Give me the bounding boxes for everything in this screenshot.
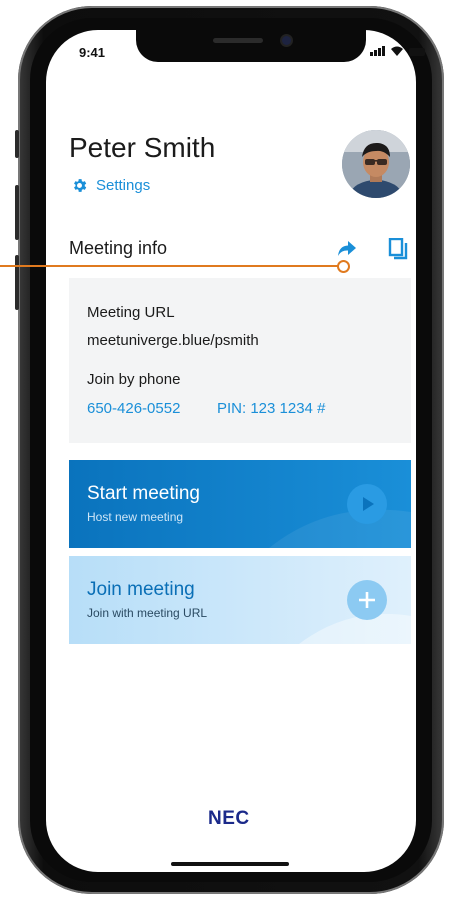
side-button-volume-down bbox=[15, 255, 19, 310]
meeting-url-value[interactable]: meetuniverge.blue/psmith bbox=[87, 332, 259, 349]
settings-label: Settings bbox=[96, 177, 151, 194]
gear-icon bbox=[74, 179, 87, 192]
start-meeting-subtitle: Host new meeting bbox=[87, 510, 184, 524]
status-time: 9:41 bbox=[79, 45, 106, 60]
signal-icon bbox=[370, 46, 385, 56]
plus-icon bbox=[347, 580, 387, 620]
user-name: Peter Smith bbox=[69, 132, 216, 163]
pin-code: PIN: 123 1234 # bbox=[217, 400, 326, 417]
side-button-volume-up bbox=[15, 185, 19, 240]
start-meeting-button[interactable]: Start meeting Host new meeting bbox=[69, 460, 411, 548]
copy-icon[interactable] bbox=[388, 238, 408, 260]
meeting-info-title: Meeting info bbox=[69, 238, 168, 258]
front-camera bbox=[282, 36, 291, 45]
phone-number-link[interactable]: 650-426-0552 bbox=[87, 400, 180, 417]
start-meeting-title: Start meeting bbox=[87, 483, 200, 504]
side-button-mute bbox=[15, 130, 19, 158]
settings-link[interactable]: Settings bbox=[71, 177, 150, 194]
nec-logo: NEC bbox=[208, 808, 250, 829]
avatar[interactable] bbox=[342, 130, 410, 198]
battery-icon bbox=[409, 48, 425, 56]
meeting-url-label: Meeting URL bbox=[87, 304, 175, 321]
join-by-phone-label: Join by phone bbox=[87, 371, 181, 388]
share-icon[interactable] bbox=[337, 238, 357, 258]
join-meeting-subtitle: Join with meeting URL bbox=[87, 606, 208, 620]
callout-marker bbox=[337, 260, 350, 273]
callout-line bbox=[0, 265, 340, 267]
play-icon bbox=[347, 484, 387, 524]
notch bbox=[136, 30, 366, 62]
speaker bbox=[213, 38, 263, 43]
join-meeting-title: Join meeting bbox=[87, 579, 195, 600]
wifi-icon bbox=[391, 46, 403, 56]
status-icons bbox=[370, 46, 425, 56]
join-meeting-button[interactable]: Join meeting Join with meeting URL bbox=[69, 556, 411, 644]
avatar-portrait bbox=[342, 130, 410, 198]
home-indicator[interactable] bbox=[171, 862, 289, 866]
meeting-info-card: Meeting URL meetuniverge.blue/psmith Joi… bbox=[69, 278, 411, 443]
